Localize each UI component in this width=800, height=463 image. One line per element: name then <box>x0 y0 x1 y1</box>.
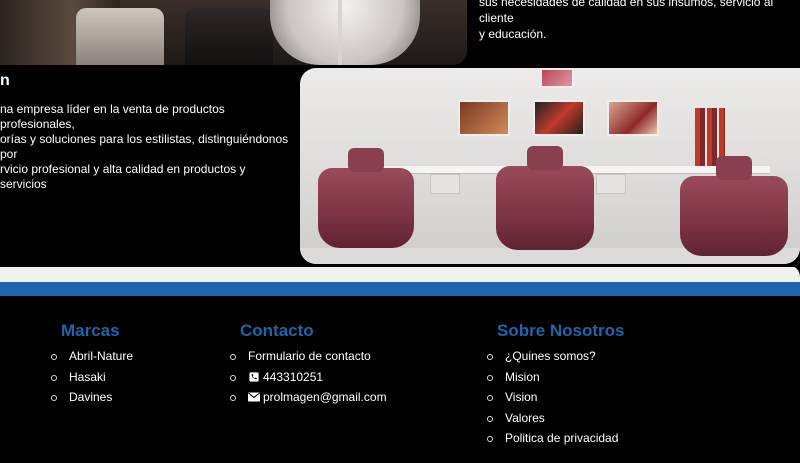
email-address: prolmagen@gmail.com <box>263 390 387 404</box>
footer-column-sobre-nosotros: Sobre Nosotros ¿Quines somos? Mision Vis… <box>487 320 625 449</box>
vision-link[interactable]: Vision <box>505 390 537 404</box>
brand-link[interactable]: Abril-Nature <box>69 349 133 363</box>
site-footer: Marcas Abril-Nature Hasaki Davines Conta… <box>0 296 800 463</box>
footer-column-marcas: Marcas Abril-Nature Hasaki Davines <box>50 320 133 408</box>
quienes-somos-link[interactable]: ¿Quines somos? <box>505 349 596 363</box>
services-description-line: sus necesidades de calidad en sus insumo… <box>479 0 774 25</box>
email-link[interactable]: prolmagen@gmail.com <box>248 390 387 404</box>
list-item: Valores <box>487 408 625 429</box>
brand-link[interactable]: Hasaki <box>69 370 106 384</box>
list-item: ¿Quines somos? <box>487 346 625 367</box>
list-item: Formulario de contacto <box>230 346 387 367</box>
list-item: Politica de privacidad <box>487 428 625 449</box>
list-item: prolmagen@gmail.com <box>230 387 387 408</box>
mision-link[interactable]: Mision <box>505 370 540 384</box>
phone-number: 443310251 <box>263 369 324 384</box>
brand-link[interactable]: Davines <box>69 390 112 404</box>
list-item: Hasaki <box>50 367 133 388</box>
services-description-line: y educación. <box>479 27 547 41</box>
valores-link[interactable]: Valores <box>505 411 545 425</box>
brands-list: Abril-Nature Hasaki Davines <box>50 346 133 408</box>
section-divider <box>0 265 800 282</box>
services-description: sus necesidades de calidad en sus insumo… <box>479 0 799 42</box>
footer-heading-sobre-nosotros: Sobre Nosotros <box>497 321 625 340</box>
footer-accent-bar <box>0 282 800 296</box>
about-description: na empresa líder en la venta de producto… <box>0 102 292 192</box>
about-description-line: orías y soluciones para los estilistas, … <box>0 132 289 161</box>
salon-dryer-photo <box>0 0 467 65</box>
list-item: 443310251 <box>230 367 387 388</box>
footer-heading-contacto: Contacto <box>240 321 314 340</box>
contact-form-link[interactable]: Formulario de contacto <box>248 349 371 363</box>
list-item: Mision <box>487 367 625 388</box>
about-description-line: na empresa líder en la venta de producto… <box>0 102 225 131</box>
phone-icon <box>249 371 259 382</box>
phone-link[interactable]: 443310251 <box>248 370 323 384</box>
footer-column-contacto: Contacto Formulario de contacto 44331025… <box>230 320 387 408</box>
list-item: Abril-Nature <box>50 346 133 367</box>
about-description-line: rvicio profesional y alta calidad en pro… <box>0 162 246 191</box>
envelope-icon <box>248 392 260 402</box>
list-item: Davines <box>50 387 133 408</box>
contact-list: Formulario de contacto 443310251 prolmag… <box>230 346 387 408</box>
about-heading: n <box>0 72 10 89</box>
list-item: Vision <box>487 387 625 408</box>
footer-heading-marcas: Marcas <box>61 321 120 340</box>
about-links-list: ¿Quines somos? Mision Vision Valores Pol… <box>487 346 625 449</box>
salon-interior-photo <box>300 68 800 264</box>
privacy-policy-link[interactable]: Politica de privacidad <box>505 431 618 445</box>
